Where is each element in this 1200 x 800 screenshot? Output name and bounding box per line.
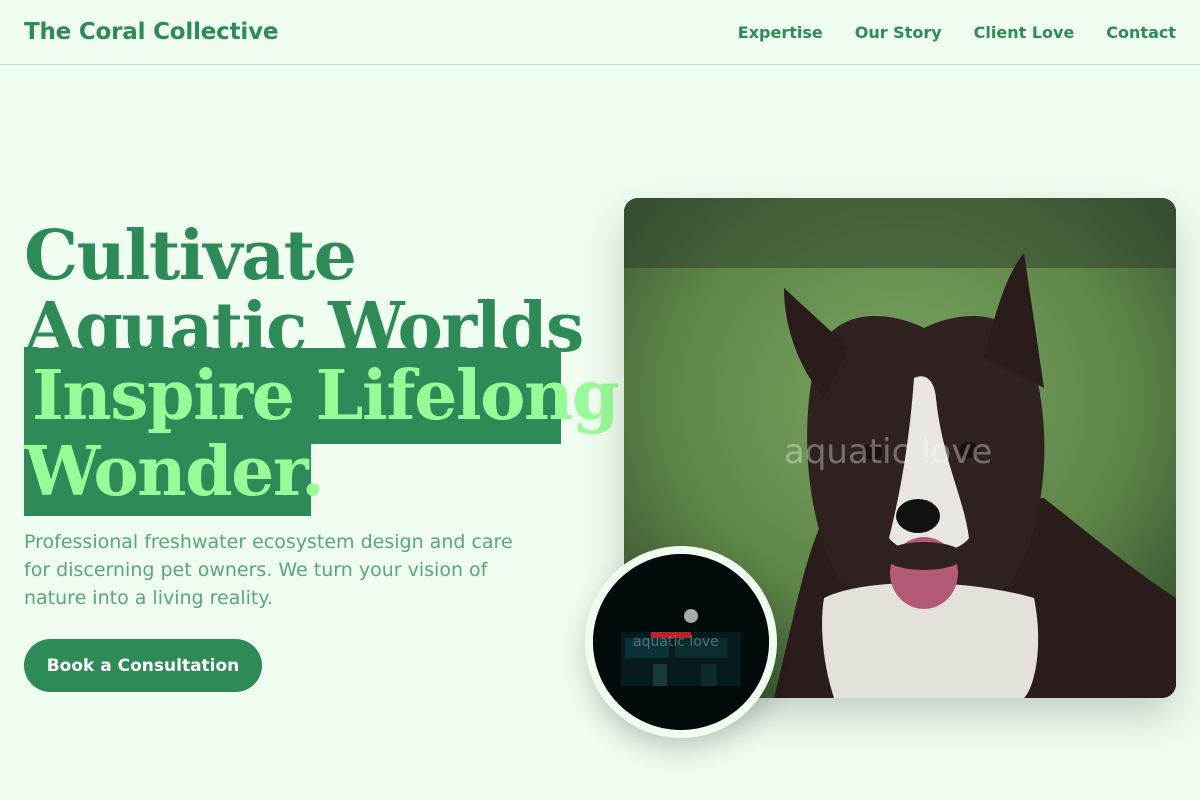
- hero-title-line-4: Wonder.: [24, 432, 325, 512]
- inset-watermark: aquatic love: [633, 634, 719, 650]
- hero-subtitle: Professional freshwater ecosystem design…: [24, 531, 513, 609]
- book-consultation-button[interactable]: Book a Consultation: [24, 639, 262, 692]
- brand-logo[interactable]: The Coral Collective: [24, 19, 278, 45]
- hero-title-line-3: Inspire Lifelong: [32, 356, 620, 436]
- nav-client-love[interactable]: Client Love: [974, 23, 1075, 42]
- night-storefront-photo: aquatic love: [593, 554, 769, 730]
- hero-title: Cultivate Aquatic Worlds.: [24, 220, 584, 352]
- hero-title-line-1: Cultivate: [24, 216, 357, 296]
- nav-expertise[interactable]: Expertise: [738, 23, 823, 42]
- hero-title-line-2: Aquatic Worlds.: [24, 292, 584, 352]
- nav-our-story[interactable]: Our Story: [855, 23, 942, 42]
- site-header: The Coral Collective Expertise Our Story…: [0, 0, 1200, 65]
- inset-photo-frame: aquatic love: [585, 546, 777, 738]
- main-nav: Expertise Our Story Client Love Contact: [738, 23, 1176, 42]
- nav-contact[interactable]: Contact: [1106, 23, 1176, 42]
- image-watermark: aquatic love: [784, 432, 993, 472]
